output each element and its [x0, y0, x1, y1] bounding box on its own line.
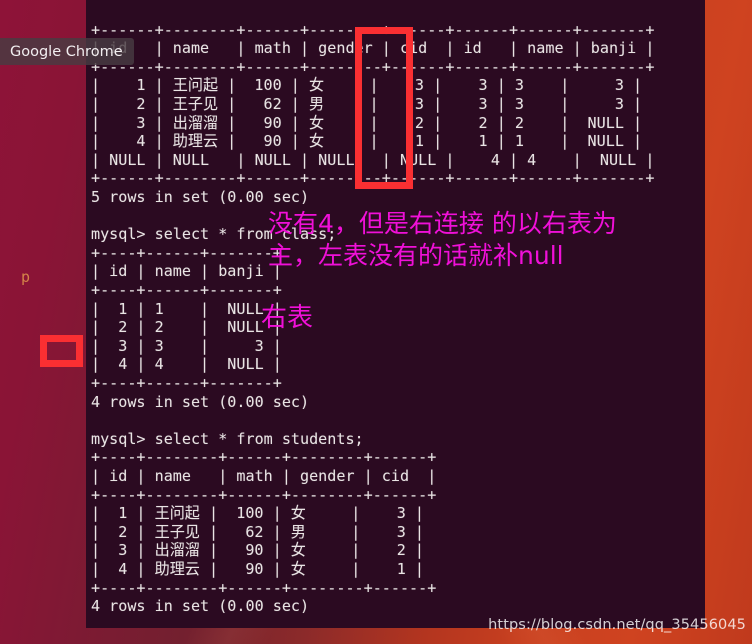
- screen: p +------+--------+------+--------+-----…: [0, 0, 752, 644]
- class-id-4-highlight-box: [40, 335, 83, 367]
- annotation-right-join-note: 没有4，但是右连接 的以右表为 主，左表没有的话就补null: [268, 208, 617, 272]
- stray-character: p: [21, 268, 31, 286]
- csdn-watermark: https://blog.csdn.net/qq_35456045: [488, 617, 746, 633]
- launcher-tooltip-google-chrome[interactable]: Google Chrome: [0, 38, 134, 65]
- annotation-right-table-label: 右表: [261, 303, 314, 333]
- annotation-line-1: 没有4，但是右连接 的以右表为: [268, 209, 617, 238]
- annotation-line-2: 主，左表没有的话就补null: [268, 241, 564, 270]
- launcher-tooltip-label: Google Chrome: [10, 43, 123, 60]
- cid-column-highlight-box: [355, 27, 413, 189]
